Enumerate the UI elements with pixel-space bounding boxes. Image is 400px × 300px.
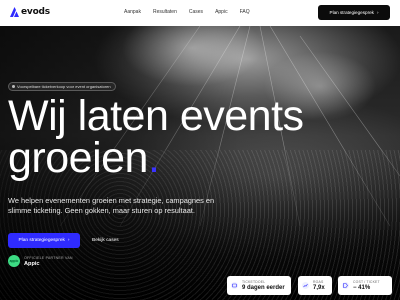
partner-name: Appic — [24, 260, 40, 267]
headline-dot: . — [147, 134, 160, 182]
view-cases-label: Bekijk cases — [92, 238, 119, 243]
stat-value: 9 dagen eerder — [242, 285, 285, 291]
arrow-right-icon: › — [376, 10, 379, 15]
partner-label: OFFICIELE PARTNER VAN — [24, 255, 73, 260]
stat-card-ticketdoel: TICKETDOEL 9 dagen eerder — [227, 276, 291, 295]
view-cases-button[interactable]: Bekijk cases — [88, 233, 123, 248]
hero-headline: Wij laten events groeien. — [8, 92, 328, 182]
stat-label: ROAS — [313, 280, 324, 284]
nav-links: Aanpak Resultaten Cases Appic FAQ — [124, 9, 262, 15]
hero-lead: We helpen evenementen groeien met strate… — [8, 196, 215, 215]
nav-link-appic[interactable]: Appic — [215, 9, 228, 15]
stat-label: COST / TICKET — [353, 280, 380, 284]
primary-cta-label: Plan strategiegesprek — [18, 238, 65, 243]
headline-line1: Wij laten events — [8, 92, 304, 140]
logo-mark-icon — [10, 7, 19, 17]
hero-pill: Voorspelbare ticketverkoop voor event or… — [8, 82, 116, 91]
stat-value: − 41% — [353, 285, 371, 291]
stat-label: TICKETDOEL — [242, 280, 266, 284]
brand-logo[interactable]: evods — [10, 7, 50, 17]
primary-cta-button[interactable]: Plan strategiegesprek › — [8, 233, 80, 248]
pill-text: Voorspelbare ticketverkoop voor event or… — [17, 84, 111, 89]
ticket-icon — [231, 282, 238, 289]
stat-card-roas: ROAS 7,9x — [298, 276, 332, 295]
tag-icon — [342, 282, 349, 289]
partner-text: OFFICIELE PARTNER VAN Appic — [24, 256, 73, 267]
partner-block: appic OFFICIELE PARTNER VAN Appic — [8, 255, 73, 267]
headline-line2: groeien — [8, 134, 148, 182]
nav-link-aanpak[interactable]: Aanpak — [124, 9, 141, 15]
nav-link-cases[interactable]: Cases — [189, 9, 203, 15]
pill-dot-icon — [12, 85, 15, 88]
nav-link-resultaten[interactable]: Resultaten — [153, 9, 177, 15]
appic-logo: appic — [8, 255, 20, 267]
nav-link-faq[interactable]: FAQ — [240, 9, 250, 15]
stat-card-cost-per-ticket: COST / TICKET − 41% — [338, 276, 392, 295]
logo-text: evods — [21, 7, 50, 17]
nav-cta-button[interactable]: Plan strategiegesprek › — [318, 5, 390, 20]
chart-icon — [302, 282, 309, 289]
arrow-right-icon: › — [67, 238, 70, 243]
top-navbar: evods Aanpak Resultaten Cases Appic FAQ … — [0, 0, 400, 26]
stat-value: 7,9x — [313, 285, 325, 291]
nav-cta-label: Plan strategiegesprek — [329, 10, 374, 15]
